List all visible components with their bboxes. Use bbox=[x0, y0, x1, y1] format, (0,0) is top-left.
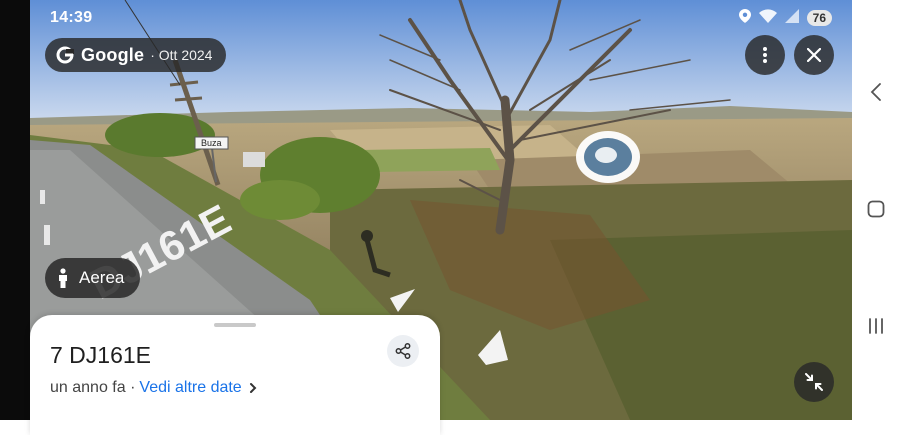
system-home-button[interactable] bbox=[852, 189, 900, 229]
chevron-right-icon[interactable] bbox=[246, 381, 260, 395]
place-info-card[interactable]: 7 DJ161E un anno fa · Vedi altre date bbox=[30, 315, 440, 435]
date-row: un anno fa · Vedi altre date bbox=[50, 379, 260, 397]
village-sign-text: Buza bbox=[201, 138, 222, 148]
collapse-button[interactable] bbox=[794, 362, 834, 402]
close-button[interactable] bbox=[794, 35, 834, 75]
more-vert-icon bbox=[763, 47, 767, 63]
share-button[interactable] bbox=[387, 335, 419, 367]
recents-icon bbox=[869, 318, 883, 334]
battery-indicator: 76 bbox=[806, 10, 832, 26]
signal-icon bbox=[784, 8, 799, 28]
system-back-button[interactable] bbox=[852, 72, 900, 112]
system-recents-button[interactable] bbox=[852, 306, 900, 346]
aerial-view-label: Aerea bbox=[79, 268, 125, 287]
person-icon bbox=[59, 268, 67, 288]
back-icon bbox=[870, 83, 881, 101]
status-icons: 76 bbox=[738, 7, 832, 29]
wifi-icon bbox=[758, 8, 777, 28]
relative-date: un anno fa · bbox=[50, 379, 136, 396]
place-title: 7 DJ161E bbox=[50, 342, 152, 368]
location-marker[interactable] bbox=[576, 131, 640, 183]
status-time: 14:39 bbox=[50, 9, 93, 26]
imagery-source-pill[interactable]: Google · Ott 2024 bbox=[45, 38, 227, 72]
collapse-icon bbox=[805, 373, 823, 391]
brand-label: Google bbox=[81, 44, 145, 65]
more-options-button[interactable] bbox=[745, 35, 785, 75]
close-icon bbox=[807, 48, 821, 62]
aerial-view-button[interactable]: Aerea bbox=[45, 258, 141, 298]
more-dates-link[interactable]: Vedi altre date bbox=[139, 379, 241, 397]
capture-date: · Ott 2024 bbox=[150, 47, 213, 63]
left-edge-strip bbox=[0, 0, 30, 420]
share-icon bbox=[395, 343, 411, 359]
home-icon bbox=[867, 200, 885, 218]
drag-handle[interactable] bbox=[214, 323, 256, 327]
location-icon bbox=[738, 8, 751, 28]
system-navigation-bar bbox=[852, 0, 900, 420]
google-g-icon bbox=[56, 46, 74, 64]
